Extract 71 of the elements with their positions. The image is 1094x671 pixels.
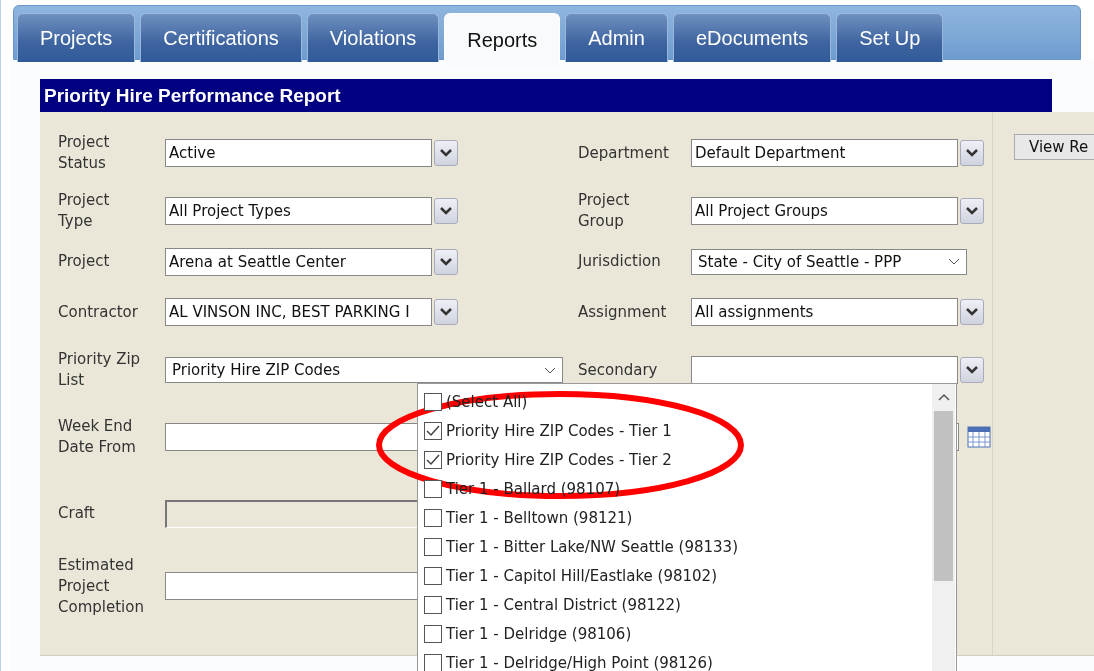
option-label[interactable]: Tier 1 - Capitol Hill/Eastlake (98102) — [446, 566, 717, 585]
dropdown-field[interactable]: All Project Types — [165, 197, 432, 225]
field-label: Assignment — [578, 301, 668, 323]
dropdown-button[interactable] — [434, 140, 458, 166]
dropdown-field[interactable]: Active — [165, 139, 432, 167]
checkbox[interactable] — [424, 392, 442, 411]
report-title: Priority Hire Performance Report — [40, 79, 1052, 112]
chevron-down-icon — [948, 258, 960, 265]
chevron-down-icon — [440, 257, 452, 266]
field-label: Contractor — [58, 301, 139, 323]
nav-tab[interactable]: Projects — [17, 13, 136, 62]
nav-tab[interactable]: Certifications — [140, 13, 302, 62]
chevron-down-icon — [440, 149, 452, 157]
dropdown-button[interactable] — [960, 357, 984, 383]
view-report-button[interactable]: View Re — [1014, 134, 1094, 160]
chevron-down-icon — [440, 308, 452, 316]
dropdown-field[interactable]: Arena at Seattle Center — [165, 247, 432, 276]
dropdown-field[interactable]: AL VINSON INC, BEST PARKING I — [165, 298, 432, 326]
chevron-down-icon — [966, 366, 978, 374]
dropdown-select[interactable]: State - City of Seattle - PPP — [691, 248, 967, 275]
nav-tab[interactable]: Reports — [444, 13, 561, 67]
dropdown-field[interactable]: All Project Groups — [691, 197, 958, 225]
dropdown-button[interactable] — [960, 140, 984, 166]
field-label: Craft — [58, 503, 96, 524]
dropdown-field[interactable]: All assignments — [691, 298, 958, 326]
chevron-down-icon — [440, 207, 452, 215]
dropdown-button[interactable] — [960, 198, 984, 224]
dropdown-select[interactable]: Priority Hire ZIP Codes — [165, 357, 563, 383]
checkbox[interactable] — [424, 421, 442, 440]
option-label[interactable]: Priority Hire ZIP Codes - Tier 2 — [446, 450, 672, 469]
option-label[interactable]: Tier 1 - Delridge/High Point (98126) — [446, 653, 713, 671]
nav-tab[interactable]: Admin — [565, 13, 668, 62]
checkbox[interactable] — [424, 508, 442, 527]
option-label[interactable]: Tier 1 - Belltown (98121) — [446, 508, 633, 527]
option-label[interactable]: Tier 1 - Central District (98122) — [446, 595, 681, 614]
checkbox[interactable] — [424, 624, 442, 643]
field-label: Department — [578, 142, 670, 164]
chevron-down-icon — [966, 149, 978, 157]
field-label: Project Group — [578, 190, 631, 232]
chevron-down-icon — [544, 366, 556, 374]
chevron-up-icon[interactable] — [938, 393, 950, 401]
chevron-down-icon — [966, 308, 978, 316]
chevron-down-icon — [966, 207, 978, 215]
field-label: Project Status — [58, 132, 111, 174]
nav-tab[interactable]: Violations — [306, 13, 440, 62]
field-label: Secondary — [578, 359, 659, 381]
checkbox[interactable] — [424, 595, 442, 614]
checkbox[interactable] — [424, 653, 442, 671]
field-label: Week End Date From — [58, 415, 137, 458]
checkbox[interactable] — [424, 566, 442, 585]
calendar-icon[interactable] — [967, 425, 991, 448]
dropdown-button[interactable] — [434, 198, 458, 224]
field-label: Project — [58, 251, 111, 272]
scrollbar[interactable] — [932, 384, 955, 671]
dropdown-button[interactable] — [960, 299, 984, 325]
field-label: Project Type — [58, 190, 111, 232]
dropdown-button[interactable] — [434, 248, 458, 275]
nav-tab[interactable]: Set Up — [836, 13, 944, 62]
field-label: Jurisdiction — [578, 251, 662, 272]
dropdown-field[interactable]: Default Department — [691, 139, 958, 167]
option-label[interactable]: Tier 1 - Bitter Lake/NW Seattle (98133) — [446, 537, 738, 556]
field-label: Estimated Project Completion — [58, 554, 145, 618]
dropdown-field[interactable] — [691, 356, 958, 384]
checkbox[interactable] — [424, 450, 442, 469]
option-label[interactable]: Tier 1 - Delridge (98106) — [446, 624, 632, 643]
checkbox[interactable] — [424, 479, 442, 498]
dropdown-button[interactable] — [434, 299, 458, 325]
option-label[interactable]: Priority Hire ZIP Codes - Tier 1 — [446, 421, 672, 440]
field-label: Priority Zip List — [58, 349, 142, 391]
checkbox[interactable] — [424, 537, 442, 556]
nav-tab[interactable]: eDocuments — [672, 13, 832, 62]
